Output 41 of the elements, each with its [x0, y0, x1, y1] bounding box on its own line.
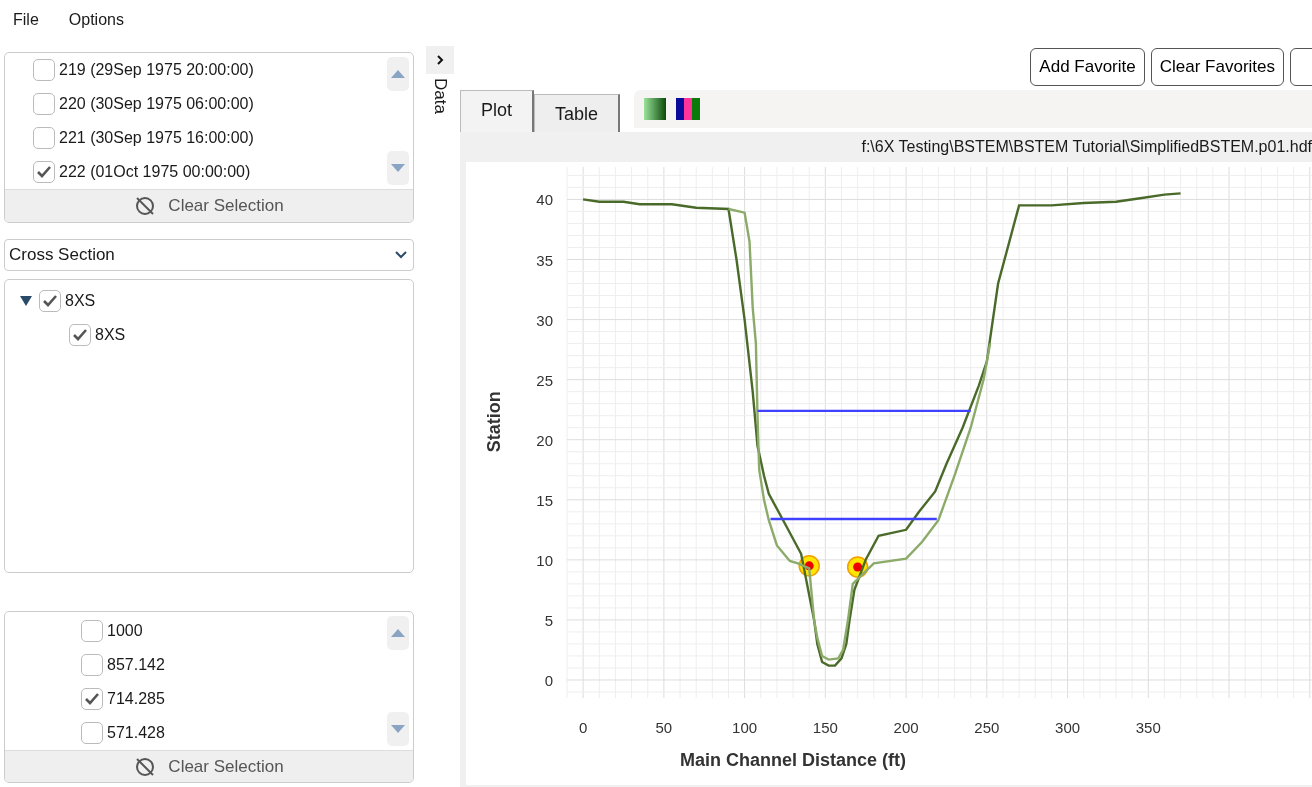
list-item-label: 220 (30Sep 1975 06:00:00)	[59, 94, 254, 114]
x-tick-label: 300	[1055, 719, 1081, 736]
clear-selection-button[interactable]: Clear Selection	[5, 189, 413, 222]
data-side-tab[interactable]: Data	[427, 78, 453, 114]
y-tick-label: 35	[536, 251, 553, 269]
list-item-label: 1000	[107, 621, 143, 641]
x-tick-label: 200	[893, 719, 919, 736]
list-item-label: 714.285	[107, 689, 165, 709]
x-tick-label: 350	[1135, 719, 1161, 736]
dropdown-value: Cross Section	[9, 244, 115, 267]
favorite-button[interactable]: Add Favorite	[1030, 48, 1145, 86]
x-tick-label: 100	[732, 719, 758, 736]
tab[interactable]: Plot	[460, 90, 535, 132]
list-item-label: 571.428	[107, 723, 165, 743]
y-tick-label: 25	[536, 371, 553, 389]
file-path: f:\6X Testing\BSTEM\BSTEM Tutorial\SimplifiedBSTEM.p01.hdf	[860, 137, 1312, 157]
list-item-label: 221 (30Sep 1975 16:00:00)	[59, 128, 254, 148]
x-tick-label: 50	[655, 719, 673, 736]
cross-section-dropdown[interactable]: Cross Section	[4, 239, 414, 271]
x-axis-title: Main Channel Distance (ft)	[680, 750, 907, 770]
y-tick-label: 40	[536, 191, 553, 209]
tree-item-label: 8XS	[65, 291, 96, 311]
x-tick-label: 150	[812, 719, 838, 736]
y-tick-label: 5	[544, 611, 553, 629]
y-tick-label: 15	[536, 491, 553, 509]
x-tick-label: 0	[579, 719, 588, 736]
menu-item[interactable]: Options	[68, 8, 124, 32]
favorite-button[interactable]: Clear Favorites	[1150, 48, 1284, 86]
list-item-label: 219 (29Sep 1975 20:00:00)	[59, 60, 254, 80]
x-tick-label: 250	[974, 719, 1000, 736]
list-item-label: 222 (01Oct 1975 00:00:00)	[59, 162, 251, 182]
y-tick-label: 30	[536, 311, 553, 329]
tree-item-label: 8XS	[95, 325, 126, 345]
y-tick-label: 20	[536, 431, 553, 449]
menu-item[interactable]: File	[13, 8, 39, 32]
y-tick-label: 0	[544, 672, 553, 689]
y-tick-label: 10	[536, 551, 553, 569]
list-item-label: 857.142	[107, 655, 165, 675]
tab[interactable]: Table	[534, 94, 621, 132]
clear-selection-button[interactable]: Clear Selection	[5, 750, 413, 782]
y-axis-title: Station	[484, 391, 504, 453]
